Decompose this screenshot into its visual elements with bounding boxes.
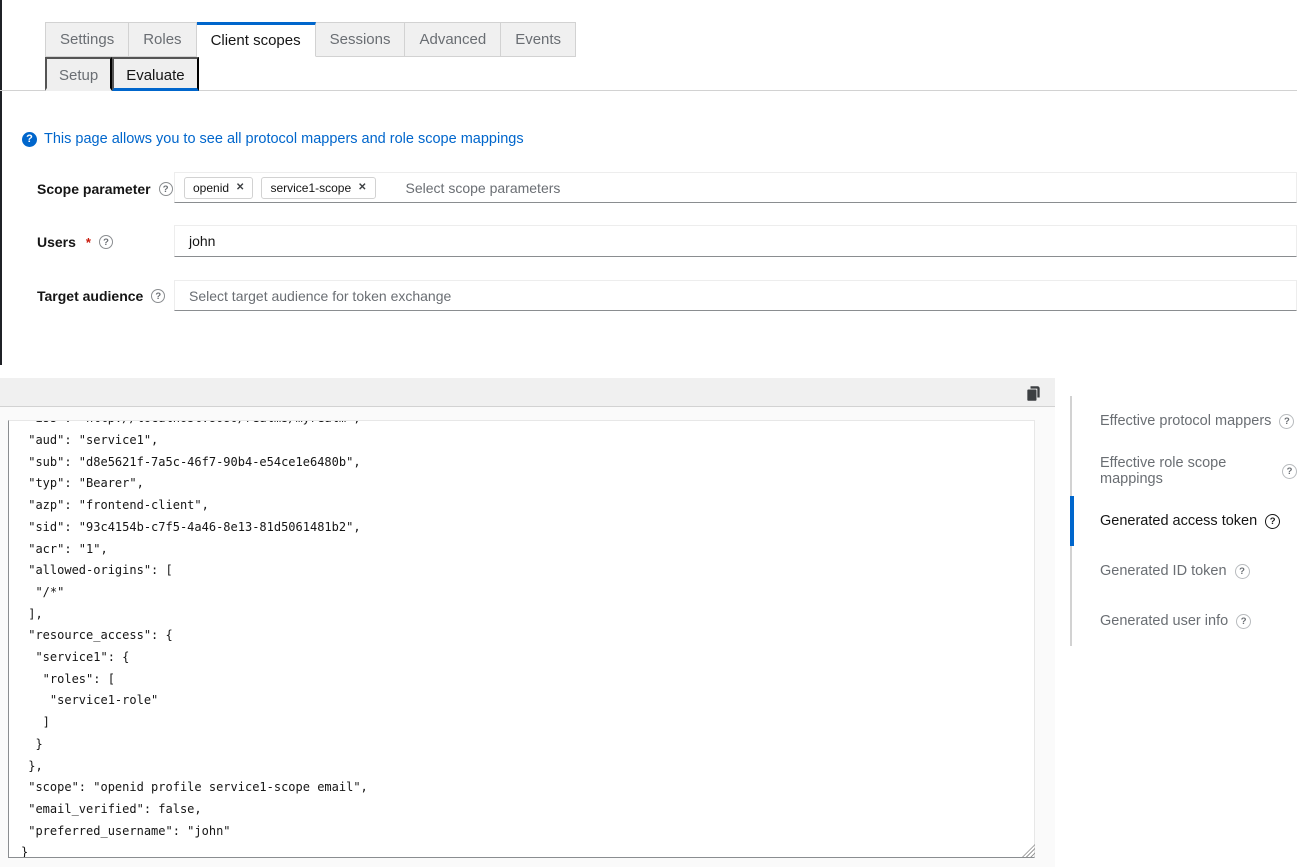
generated-id-token-help-icon[interactable]: ? [1235, 564, 1250, 579]
subtab-setup[interactable]: Setup [45, 57, 112, 91]
users-label: Users * ? [37, 234, 113, 250]
result-tabs: Effective protocol mappers ? Effective r… [1070, 396, 1297, 646]
users-value: john [189, 233, 215, 249]
scope-parameter-select[interactable]: openid ✕ service1-scope ✕ Select scope p… [174, 172, 1297, 203]
target-audience-select[interactable]: Select target audience for token exchang… [174, 280, 1297, 311]
chip-service1-scope-label: service1-scope [270, 181, 351, 195]
chip-openid-label: openid [193, 181, 229, 195]
tab-roles[interactable]: Roles [129, 22, 196, 57]
token-textarea[interactable]: "iss": "http://localhost:8080/realms/myr… [8, 420, 1035, 858]
generated-token-panel: "iss": "http://localhost:8080/realms/myr… [0, 378, 1055, 867]
vtab-generated-id-token[interactable]: Generated ID token ? [1072, 546, 1297, 596]
vtab-generated-user-info[interactable]: Generated user info ? [1072, 596, 1297, 646]
copy-button[interactable] [1023, 383, 1043, 403]
vtab-label: Generated access token [1100, 513, 1257, 529]
vtab-label: Effective protocol mappers [1100, 413, 1271, 429]
copy-icon [1025, 385, 1042, 402]
vtab-label: Effective role scope mappings [1100, 455, 1274, 487]
scope-parameter-help-icon[interactable]: ? [159, 182, 173, 196]
effective-protocol-mappers-help-icon[interactable]: ? [1279, 414, 1294, 429]
page-hint: ? This page allows you to see all protoc… [22, 131, 524, 147]
target-audience-label-text: Target audience [37, 288, 143, 304]
tab-sessions[interactable]: Sessions [316, 22, 406, 57]
vtab-effective-role-scope-mappings[interactable]: Effective role scope mappings ? [1072, 446, 1297, 496]
window-edge [0, 0, 2, 365]
scope-parameter-placeholder: Select scope parameters [406, 180, 561, 196]
generated-user-info-help-icon[interactable]: ? [1236, 614, 1251, 629]
help-circle-icon: ? [22, 132, 37, 147]
generated-access-token-help-icon[interactable]: ? [1265, 514, 1280, 529]
effective-role-scope-mappings-help-icon[interactable]: ? [1282, 464, 1297, 479]
vtab-generated-access-token[interactable]: Generated access token ? [1072, 496, 1297, 546]
tab-settings[interactable]: Settings [45, 22, 129, 57]
tab-events[interactable]: Events [501, 22, 576, 57]
token-text: "iss": "http://localhost:8080/realms/myr… [9, 420, 1034, 858]
client-detail-page: Settings Roles Client scopes Sessions Ad… [0, 0, 1297, 867]
code-panel-header [0, 378, 1055, 407]
target-audience-help-icon[interactable]: ? [151, 289, 165, 303]
vtab-label: Generated user info [1100, 613, 1228, 629]
chip-service1-scope: service1-scope ✕ [261, 177, 375, 199]
subtab-evaluate[interactable]: Evaluate [112, 57, 198, 91]
tab-client-scopes[interactable]: Client scopes [197, 22, 316, 57]
tab-advanced[interactable]: Advanced [405, 22, 501, 57]
vtab-label: Generated ID token [1100, 563, 1227, 579]
scope-parameter-label: Scope parameter ? [37, 181, 173, 197]
chip-service1-scope-remove-icon[interactable]: ✕ [358, 182, 366, 193]
users-label-text: Users [37, 234, 76, 250]
target-audience-placeholder: Select target audience for token exchang… [189, 288, 451, 304]
client-tabs: Settings Roles Client scopes Sessions Ad… [45, 22, 576, 57]
chip-openid: openid ✕ [184, 177, 253, 199]
scope-parameter-label-text: Scope parameter [37, 181, 151, 197]
target-audience-label: Target audience ? [37, 288, 165, 304]
users-input[interactable]: john [174, 225, 1297, 257]
chip-openid-remove-icon[interactable]: ✕ [236, 182, 244, 193]
client-scopes-subtabs: Setup Evaluate [45, 57, 199, 91]
users-help-icon[interactable]: ? [99, 235, 113, 249]
hint-link[interactable]: This page allows you to see all protocol… [44, 131, 524, 147]
vtab-effective-protocol-mappers[interactable]: Effective protocol mappers ? [1072, 396, 1297, 446]
required-asterisk: * [86, 235, 91, 250]
